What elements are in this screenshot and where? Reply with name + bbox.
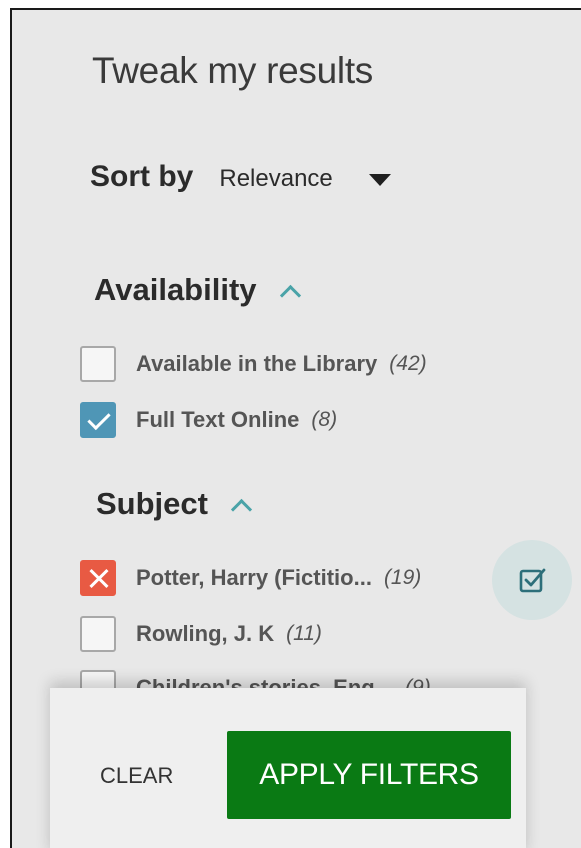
caret-down-icon: [368, 174, 391, 186]
subject-title: Subject: [96, 486, 208, 521]
sort-select[interactable]: Relevance: [219, 165, 391, 193]
checkbox[interactable]: [80, 346, 116, 382]
facet-count: (42): [389, 352, 427, 375]
facet-item-potter-harry[interactable]: Potter, Harry (Fictitio... (19): [80, 560, 421, 596]
facet-item-full-text-online[interactable]: Full Text Online (8): [80, 402, 337, 438]
facet-label: Rowling, J. K: [136, 621, 275, 646]
availability-section-toggle[interactable]: Availability: [94, 272, 301, 308]
availability-title: Availability: [94, 272, 257, 307]
filter-actions-footer: CLEAR APPLY FILTERS: [50, 688, 526, 848]
filter-panel: Tweak my results Sort by Relevance Avail…: [10, 8, 581, 848]
sort-selected-value: Relevance: [219, 165, 333, 192]
subject-section-toggle[interactable]: Subject: [96, 486, 253, 522]
facet-count: (11): [286, 622, 322, 645]
apply-filters-button[interactable]: APPLY FILTERS: [227, 731, 511, 819]
facet-count: (19): [383, 566, 422, 589]
chevron-up-icon: [230, 498, 253, 520]
checkbox-excluded[interactable]: [80, 560, 116, 596]
facet-item-rowling[interactable]: Rowling, J. K (11): [80, 616, 322, 652]
clear-button[interactable]: CLEAR: [100, 763, 173, 789]
multi-select-button[interactable]: [492, 540, 572, 620]
facet-item-available-in-library[interactable]: Available in the Library (42): [80, 346, 427, 382]
chevron-up-icon: [279, 284, 301, 306]
sort-label: Sort by: [90, 160, 194, 193]
checkbox[interactable]: [80, 616, 116, 652]
facet-count: (8): [311, 408, 338, 431]
multi-select-checkbox-icon: [519, 568, 546, 593]
sort-row: Sort by Relevance: [90, 160, 391, 194]
facet-label: Available in the Library: [136, 351, 378, 376]
facet-label: Potter, Harry (Fictitio...: [136, 565, 372, 590]
checkbox-checked[interactable]: [80, 402, 116, 438]
facet-label: Full Text Online: [136, 407, 300, 432]
panel-title: Tweak my results: [92, 50, 373, 91]
